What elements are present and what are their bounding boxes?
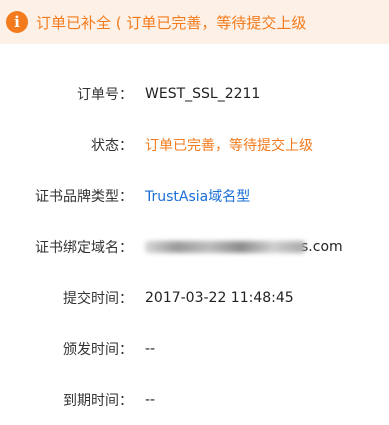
cert-type-label: 证书品牌类型：	[35, 188, 133, 205]
expire-time-value: --	[145, 391, 156, 408]
order-number-value: WEST_SSL_2211	[145, 85, 261, 102]
submit-time-label: 提交时间：	[63, 290, 133, 307]
issue-time-value: --	[145, 340, 156, 357]
order-details: 订单号： WEST_SSL_2211 状态： 订单已完善，等待提交上级 证书品牌…	[0, 68, 389, 425]
bound-domain-label: 证书绑定域名：	[35, 239, 133, 256]
cert-type-link[interactable]: TrustAsia域名型	[145, 186, 250, 206]
issue-time-row: 颁发时间： --	[0, 323, 389, 374]
domain-suffix: s.com	[301, 238, 343, 255]
bound-domain-row: 证书绑定域名： s.com	[0, 221, 389, 272]
submit-time-row: 提交时间： 2017-03-22 11:48:45	[0, 272, 389, 323]
order-number-label: 订单号：	[77, 86, 133, 103]
status-value: 订单已完善，等待提交上级	[145, 137, 313, 154]
banner-message: 订单已补全 ( 订单已完善，等待提交上级	[36, 13, 307, 32]
status-row: 状态： 订单已完善，等待提交上级	[0, 119, 389, 170]
order-number-row: 订单号： WEST_SSL_2211	[0, 68, 389, 119]
status-banner: i 订单已补全 ( 订单已完善，等待提交上级	[0, 0, 389, 44]
cert-type-row: 证书品牌类型： TrustAsia域名型	[0, 170, 389, 221]
expire-time-label: 到期时间：	[63, 392, 133, 409]
expire-time-row: 到期时间： --	[0, 374, 389, 425]
issue-time-label: 颁发时间：	[63, 341, 133, 358]
bound-domain-value: s.com	[145, 239, 343, 255]
status-label: 状态：	[91, 137, 133, 154]
submit-time-value: 2017-03-22 11:48:45	[145, 289, 294, 306]
redacted-domain-blur	[145, 240, 305, 253]
info-icon: i	[6, 11, 28, 33]
